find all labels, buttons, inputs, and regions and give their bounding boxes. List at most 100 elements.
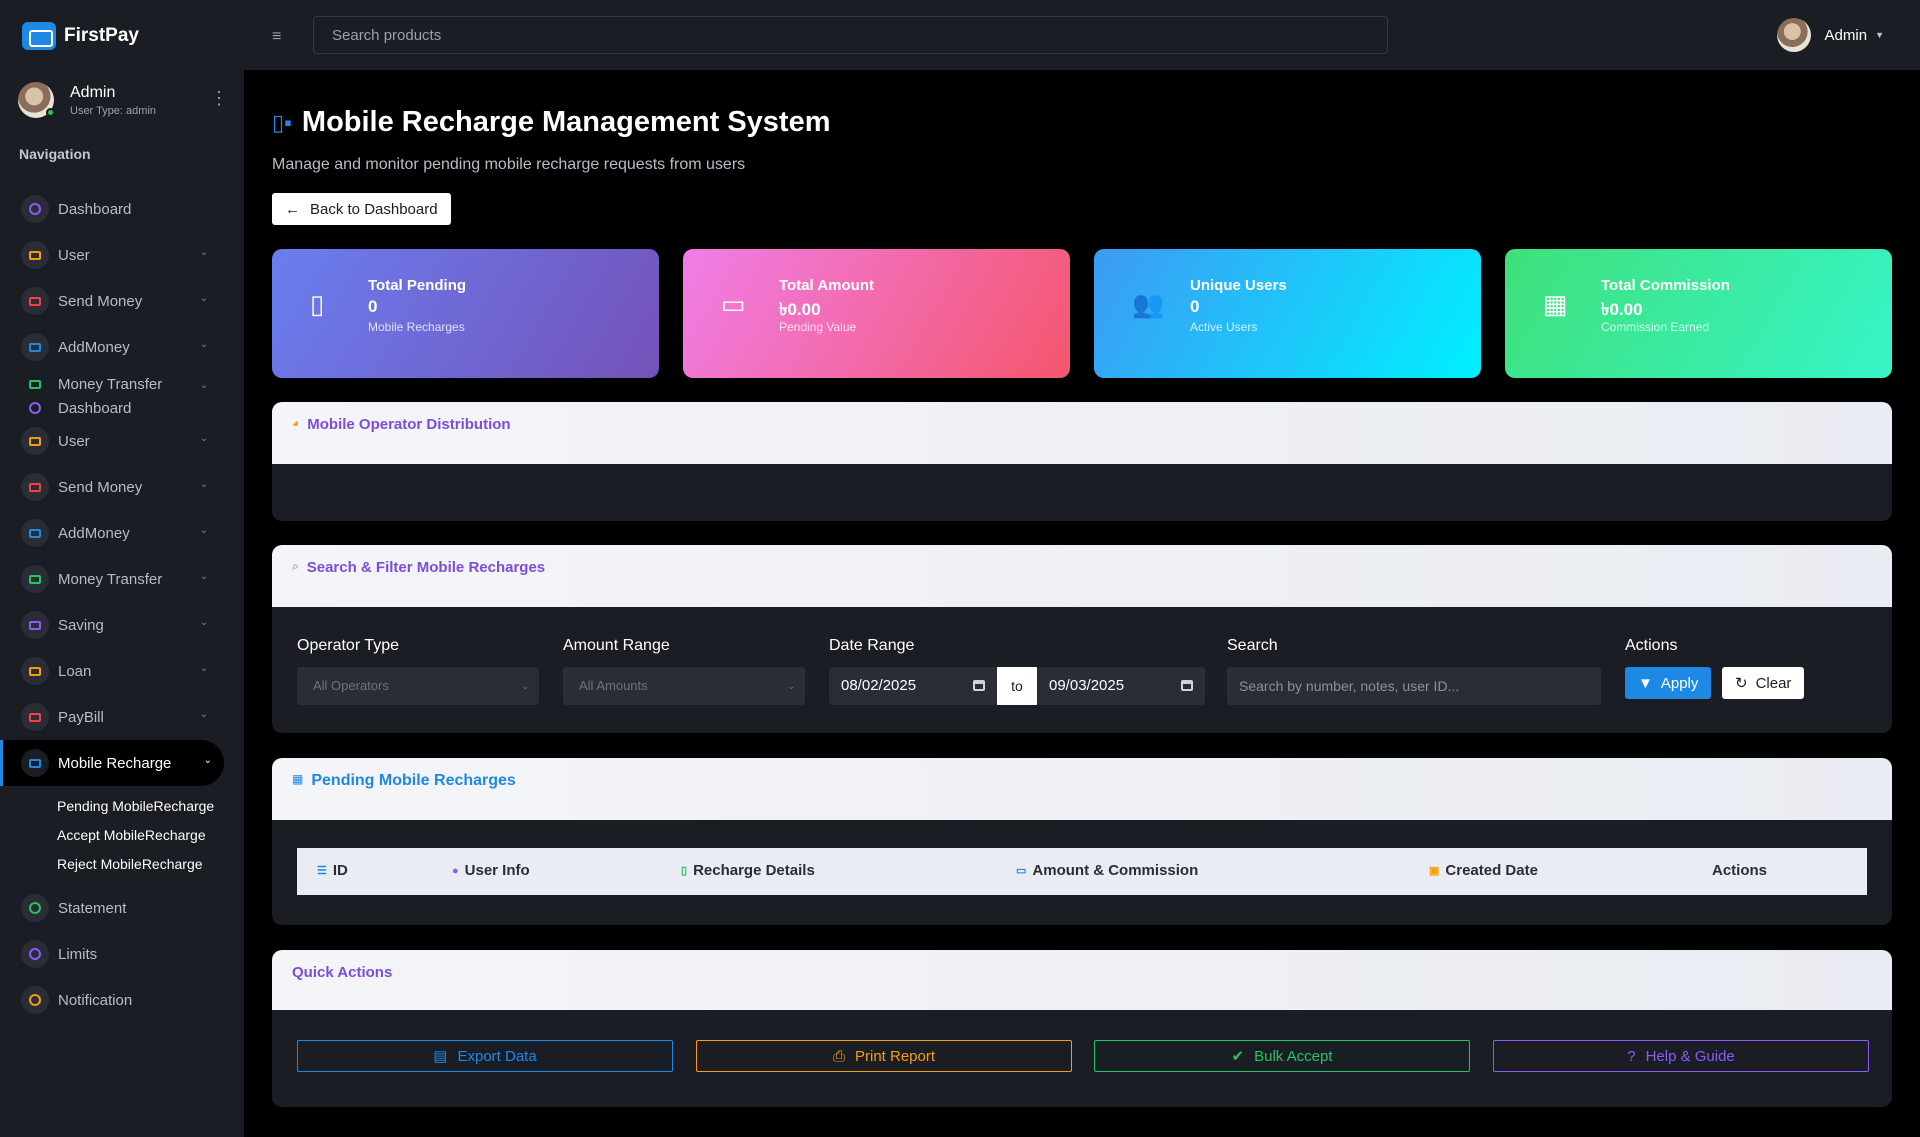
- date-to-value: 09/03/2025: [1049, 677, 1125, 694]
- file-icon: ▤: [433, 1048, 448, 1065]
- chevron-down-icon: ⌄: [199, 525, 208, 536]
- sidebar-item-mobile-recharge[interactable]: Mobile Recharge ⌄: [0, 740, 224, 786]
- arrow-left-icon: ←: [285, 200, 300, 218]
- sidebar-item-statement[interactable]: Statement: [0, 885, 244, 931]
- hamburger-menu-icon[interactable]: ≡: [272, 28, 281, 46]
- laptop-icon: [21, 241, 49, 269]
- operator-type-select[interactable]: All Operators ⌄: [297, 667, 539, 705]
- phone-icon: ▯: [681, 865, 688, 877]
- stat-card-total-commission: ▦ Total Commission ৳0.00 Commission Earn…: [1505, 249, 1892, 378]
- sidebar-item-saving[interactable]: Saving ⌄: [0, 602, 244, 648]
- sidebar-item-addmoney-2[interactable]: AddMoney ⌄: [0, 510, 244, 556]
- clear-label: Clear: [1755, 674, 1792, 692]
- sidebar-item-loan[interactable]: Loan ⌄: [0, 648, 244, 694]
- chevron-down-icon: ⌄: [203, 755, 212, 766]
- profile-user-type: User Type: admin: [70, 104, 157, 117]
- sidebar-item-label: Dashboard: [58, 399, 132, 417]
- calendar-icon[interactable]: [973, 680, 985, 691]
- sidebar-item-money-transfer-dashboard[interactable]: Money Transfer Dashboard ⌄: [0, 370, 244, 418]
- sidebar-item-label: Money Transfer: [58, 570, 163, 588]
- sidebar-item-paybill[interactable]: PayBill ⌄: [0, 694, 244, 740]
- recharge-search-input[interactable]: [1227, 667, 1601, 705]
- sidebar-item-send-money-2[interactable]: Send Money ⌄: [0, 464, 244, 510]
- export-data-button[interactable]: ▤ Export Data: [297, 1040, 673, 1072]
- laptop-icon: [21, 373, 49, 395]
- date-from-input[interactable]: 08/02/2025: [829, 667, 997, 705]
- sidebar-item-addmoney[interactable]: AddMoney ⌄: [0, 324, 244, 370]
- stat-card-total-pending: ▯ Total Pending 0 Mobile Recharges: [272, 249, 659, 378]
- online-status-dot: [46, 108, 55, 117]
- chevron-down-icon: ⌄: [199, 571, 208, 582]
- button-label: Bulk Accept: [1254, 1047, 1333, 1065]
- sidebar-nav: Dashboard User ⌄ Send Money ⌄ AddMoney ⌄…: [0, 186, 244, 1023]
- sidebar-subitem-accept[interactable]: Accept MobileRecharge: [57, 821, 244, 850]
- column-header-actions[interactable]: Actions: [1712, 862, 1767, 879]
- card-title: Quick Actions: [292, 964, 393, 981]
- column-header-amount-commission[interactable]: ▭ Amount & Commission: [1016, 862, 1198, 879]
- apply-filter-button[interactable]: ▼ Apply: [1625, 667, 1712, 699]
- column-header-recharge-details[interactable]: ▯ Recharge Details: [681, 862, 815, 879]
- chevron-down-icon: ⌄: [199, 380, 208, 391]
- sidebar-submenu: Pending MobileRecharge Accept MobileRech…: [0, 786, 244, 885]
- laptop-icon: [21, 703, 49, 731]
- sidebar-item-label: Notification: [58, 991, 133, 1009]
- kebab-menu-icon[interactable]: ⋮: [210, 88, 228, 108]
- column-header-user-info[interactable]: ● User Info: [452, 862, 530, 879]
- sidebar-item-label: AddMoney: [58, 338, 130, 356]
- brand[interactable]: FirstPay: [22, 22, 139, 50]
- sidebar-subitem-pending[interactable]: Pending MobileRecharge: [57, 792, 244, 821]
- back-to-dashboard-button[interactable]: ← Back to Dashboard: [272, 193, 451, 225]
- pending-recharges-card: ▦ Pending Mobile Recharges ☰ ID ● User I…: [272, 758, 1892, 925]
- chevron-down-icon: ⌄: [787, 681, 795, 691]
- user-menu[interactable]: Admin ▼: [1776, 18, 1884, 52]
- stat-subtitle: Pending Value: [779, 320, 857, 334]
- question-circle-icon: ?: [1627, 1047, 1636, 1065]
- column-header-id[interactable]: ☰ ID: [317, 862, 348, 879]
- operator-type-label: Operator Type: [297, 637, 399, 654]
- print-report-button[interactable]: ⎙ Print Report: [696, 1040, 1072, 1072]
- button-label: Help & Guide: [1645, 1047, 1735, 1065]
- laptop-icon: [21, 611, 49, 639]
- operator-distribution-card: ◕ Mobile Operator Distribution: [272, 402, 1892, 521]
- stat-title: Total Amount: [779, 277, 874, 294]
- bulk-accept-button[interactable]: ✔ Bulk Accept: [1094, 1040, 1470, 1072]
- column-header-created-date[interactable]: ▣ Created Date: [1429, 862, 1538, 879]
- actions-label: Actions: [1625, 637, 1678, 654]
- gauge-icon: [21, 894, 49, 922]
- filter-icon: ▼: [1638, 674, 1653, 692]
- sidebar-item-money-transfer[interactable]: Money Transfer ⌄: [0, 556, 244, 602]
- sidebar-item-send-money[interactable]: Send Money ⌄: [0, 278, 244, 324]
- sidebar-item-dashboard[interactable]: Dashboard: [0, 186, 244, 232]
- sidebar-item-user-2[interactable]: User ⌄: [0, 418, 244, 464]
- sidebar-item-user[interactable]: User ⌄: [0, 232, 244, 278]
- calendar-icon[interactable]: [1181, 680, 1193, 691]
- page-subtitle: Manage and monitor pending mobile rechar…: [272, 156, 746, 173]
- card-header: ▦ Pending Mobile Recharges: [272, 758, 1892, 820]
- clear-filter-button[interactable]: ↻ Clear: [1722, 667, 1805, 699]
- amount-range-select[interactable]: All Amounts ⌄: [563, 667, 805, 705]
- sidebar-subitem-reject[interactable]: Reject MobileRecharge: [57, 850, 244, 879]
- mobile-devices-icon: ▯▪: [272, 109, 292, 135]
- nav-title: Navigation: [19, 146, 91, 162]
- sidebar-item-label: Limits: [58, 945, 98, 963]
- date-to-input[interactable]: 09/03/2025: [1037, 667, 1205, 705]
- card-title: Pending Mobile Recharges: [311, 772, 516, 789]
- check-icon: ✔: [1231, 1048, 1245, 1065]
- sidebar-item-label: Money Transfer: [58, 375, 163, 393]
- card-title: Mobile Operator Distribution: [307, 416, 511, 433]
- chevron-down-icon: ⌄: [199, 663, 208, 674]
- chevron-down-icon: ⌄: [199, 247, 208, 258]
- sidebar-item-label: PayBill: [58, 708, 104, 726]
- date-from-value: 08/02/2025: [841, 677, 917, 694]
- help-guide-button[interactable]: ? Help & Guide: [1493, 1040, 1869, 1072]
- amount-range-label: Amount Range: [563, 637, 670, 654]
- quick-actions-body: ▤ Export Data ⎙ Print Report ✔ Bulk Acce…: [272, 1010, 1892, 1107]
- sidebar-item-limits[interactable]: Limits: [0, 931, 244, 977]
- sidebar-item-label: User: [58, 432, 90, 450]
- search-input[interactable]: [313, 16, 1388, 54]
- page-title-row: ▯▪ Mobile Recharge Management System: [272, 106, 831, 139]
- sidebar-item-label: Saving: [58, 616, 104, 634]
- sidebar-item-label: Dashboard: [58, 200, 132, 218]
- chevron-down-icon: ⌄: [199, 293, 208, 304]
- sidebar-item-notification[interactable]: Notification: [0, 977, 244, 1023]
